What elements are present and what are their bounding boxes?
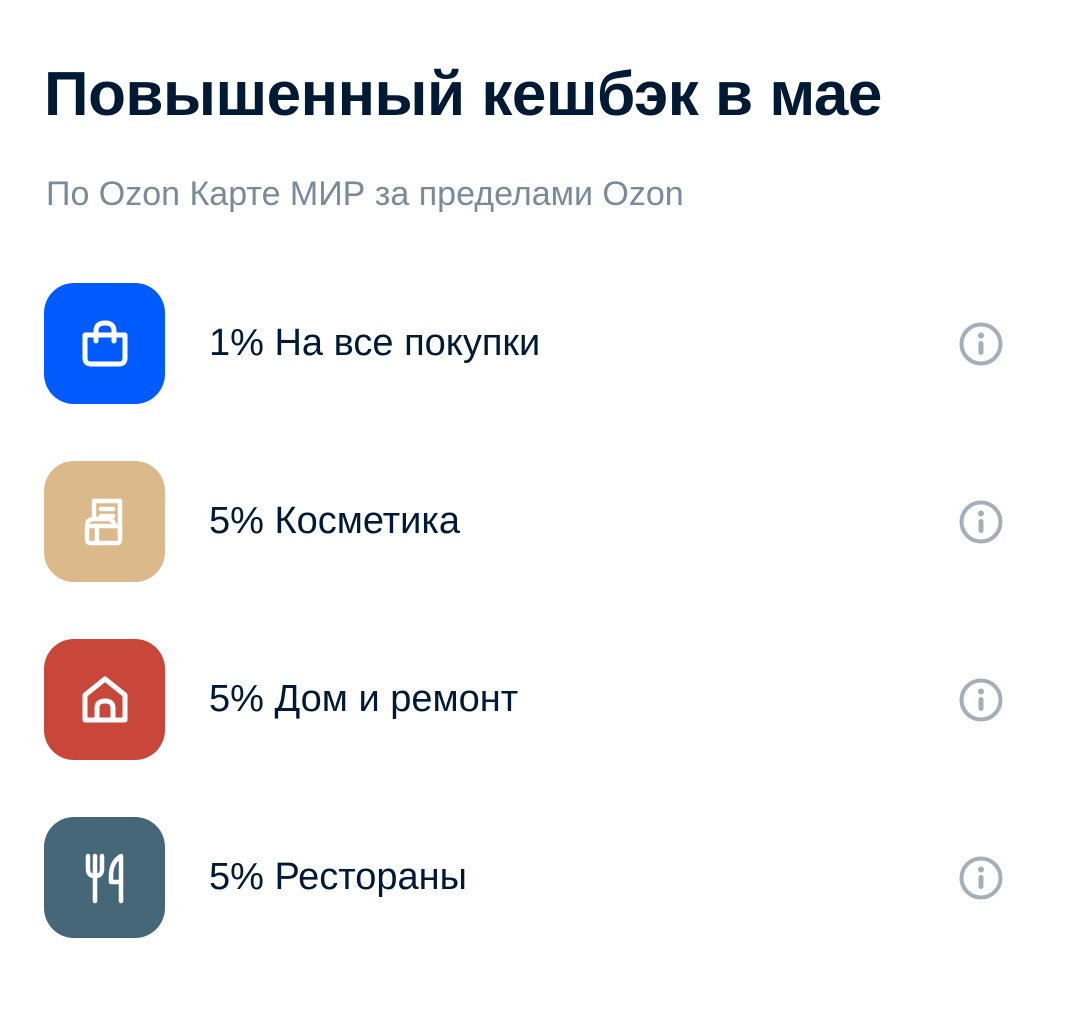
category-icon-tile xyxy=(44,283,165,404)
category-icon-tile xyxy=(44,817,165,938)
cashback-category-row[interactable]: 1% На все покупки xyxy=(0,283,1080,404)
info-icon[interactable] xyxy=(958,321,1004,367)
cashback-category-list: 1% На все покупки 5% Косметика 5% Дом и … xyxy=(0,283,1080,995)
category-icon-tile xyxy=(44,639,165,760)
shopping-bag-icon xyxy=(82,320,127,366)
cashback-category-row[interactable]: 5% Дом и ремонт xyxy=(0,639,1080,760)
info-icon[interactable] xyxy=(958,499,1004,545)
category-label: 5% Косметика xyxy=(209,500,460,542)
page-subtitle: По Ozon Карте МИР за пределами Ozon xyxy=(46,175,684,213)
cashback-category-row[interactable]: 5% Косметика xyxy=(0,461,1080,582)
fork-knife-icon xyxy=(85,853,123,903)
cosmetics-icon xyxy=(84,498,122,545)
category-label: 1% На все покупки xyxy=(209,322,541,364)
house-icon xyxy=(82,676,127,722)
info-icon[interactable] xyxy=(958,677,1004,723)
category-label: 5% Рестораны xyxy=(209,856,467,898)
page-title: Повышенный кешбэк в мае xyxy=(44,60,882,129)
category-label: 5% Дом и ремонт xyxy=(209,678,519,720)
cashback-category-row[interactable]: 5% Рестораны xyxy=(0,817,1080,938)
category-icon-tile xyxy=(44,461,165,582)
info-icon[interactable] xyxy=(958,855,1004,901)
